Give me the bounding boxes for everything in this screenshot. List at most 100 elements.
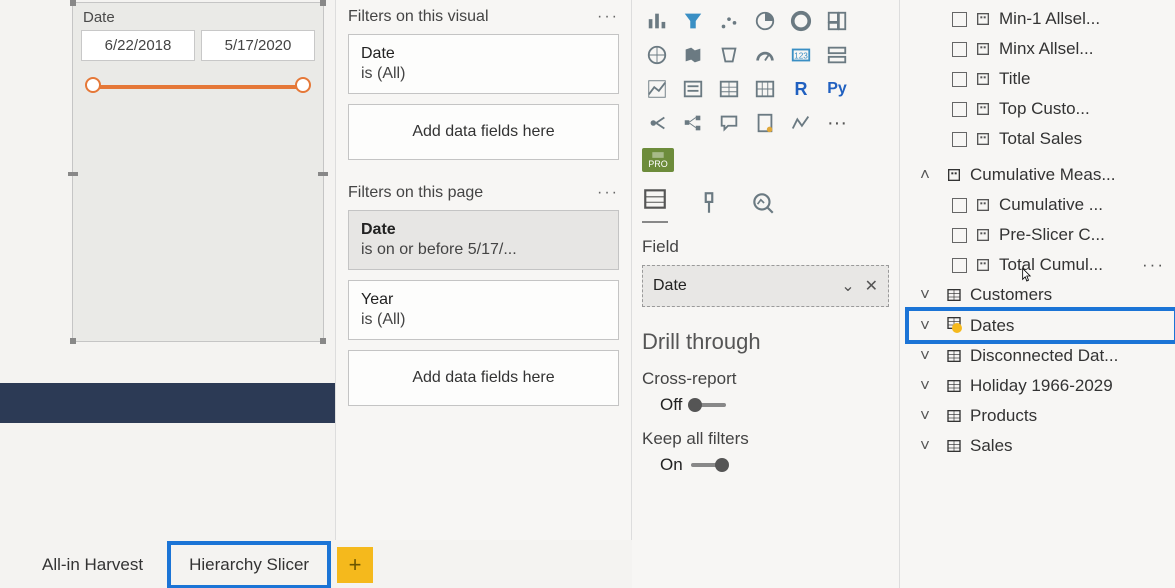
field-min1-allsel[interactable]: Min-1 Allsel... — [908, 4, 1175, 34]
resize-e[interactable] — [318, 172, 328, 176]
fields-pane: Min-1 Allsel... Minx Allsel... Title Top… — [900, 0, 1175, 588]
field-total-cumul[interactable]: Total Cumul... ··· — [908, 250, 1175, 280]
checkbox[interactable] — [952, 198, 967, 213]
field-cumulative[interactable]: Cumulative ... — [908, 190, 1175, 220]
field-more-icon[interactable]: ··· — [1142, 255, 1165, 275]
cross-report-toggle[interactable]: Off — [660, 395, 726, 415]
viz-scatter-icon[interactable] — [714, 7, 744, 35]
viz-table-icon[interactable] — [714, 75, 744, 103]
table-customers[interactable]: ˅ Customers — [908, 280, 1175, 310]
field-well-value: Date — [653, 277, 687, 295]
viz-pro-chip[interactable]: PRO — [642, 148, 674, 172]
group-label: Cumulative Meas... — [970, 165, 1116, 185]
field-total-sales[interactable]: Total Sales — [908, 124, 1175, 154]
viz-decomposition-icon[interactable] — [678, 109, 708, 137]
viz-kpi-icon[interactable] — [642, 75, 672, 103]
filters-page-drop[interactable]: Add data fields here — [348, 350, 619, 406]
checkbox[interactable] — [952, 72, 967, 87]
pro-label: PRO — [648, 159, 668, 169]
table-holiday[interactable]: ˅ Holiday 1966-2029 — [908, 371, 1175, 401]
date-slider[interactable] — [91, 85, 305, 89]
viz-paginated-icon[interactable] — [750, 109, 780, 137]
field-label: Total Cumul... — [999, 255, 1103, 275]
viz-card-icon[interactable]: 123 — [786, 41, 816, 69]
cross-report-state: Off — [660, 395, 682, 415]
measure-icon — [975, 101, 991, 117]
viz-treemap-icon[interactable] — [822, 7, 852, 35]
viz-multirow-card-icon[interactable] — [822, 41, 852, 69]
viz-shape-map-icon[interactable] — [714, 41, 744, 69]
viz-arcgis-icon[interactable] — [786, 109, 816, 137]
field-minx-allsel[interactable]: Minx Allsel... — [908, 34, 1175, 64]
table-products[interactable]: ˅ Products — [908, 401, 1175, 431]
resize-w[interactable] — [68, 172, 78, 176]
field-well[interactable]: Date ⌄ ✕ — [642, 265, 889, 307]
resize-nw[interactable] — [70, 0, 76, 6]
field-well-chevron-icon[interactable]: ⌄ — [841, 276, 854, 296]
measure-icon — [975, 227, 991, 243]
viz-column-chart-icon[interactable] — [642, 7, 672, 35]
viz-key-influencers-icon[interactable] — [642, 109, 672, 137]
filters-page-menu[interactable]: ··· — [597, 184, 619, 202]
checkbox[interactable] — [952, 102, 967, 117]
keep-filters-label: Keep all filters — [642, 429, 889, 449]
checkbox[interactable] — [952, 228, 967, 243]
filter-card-page-date[interactable]: Date is on or before 5/17/... — [348, 210, 619, 270]
table-disconnected-dates[interactable]: ˅ Disconnected Dat... — [908, 341, 1175, 371]
viz-donut-icon[interactable] — [786, 7, 816, 35]
table-sales[interactable]: ˅ Sales — [908, 431, 1175, 461]
viz-filled-map-icon[interactable] — [678, 41, 708, 69]
viz-python-icon[interactable]: Py — [822, 75, 852, 103]
svg-text:123: 123 — [794, 52, 808, 61]
viz-slicer-icon[interactable] — [678, 75, 708, 103]
table-icon — [946, 438, 962, 454]
new-page-button[interactable]: + — [337, 547, 373, 583]
slicer-visual[interactable]: Date 6/22/2018 5/17/2020 — [72, 2, 324, 342]
checkbox[interactable] — [952, 132, 967, 147]
tab-hierarchy-slicer[interactable]: Hierarchy Slicer — [171, 545, 327, 585]
keep-filters-toggle[interactable]: On — [660, 455, 727, 475]
measure-icon — [975, 71, 991, 87]
viz-map-icon[interactable] — [642, 41, 672, 69]
filters-visual-menu[interactable]: ··· — [597, 8, 619, 26]
resize-ne[interactable] — [320, 0, 326, 6]
table-label: Disconnected Dat... — [970, 346, 1118, 366]
slider-handle-right[interactable] — [295, 77, 311, 93]
field-top-custo[interactable]: Top Custo... — [908, 94, 1175, 124]
viz-qa-icon[interactable] — [714, 109, 744, 137]
tab-all-in-harvest[interactable]: All-in Harvest — [24, 545, 161, 585]
viz-more-icon[interactable]: ··· — [822, 109, 852, 137]
slicer-date-from[interactable]: 6/22/2018 — [81, 30, 195, 61]
viz-pie-icon[interactable] — [750, 7, 780, 35]
group-cumulative-measures[interactable]: ˄ Cumulative Meas... — [908, 160, 1175, 190]
table-icon — [946, 408, 962, 424]
viz-tab-analytics[interactable] — [750, 190, 776, 219]
checkbox[interactable] — [952, 12, 967, 27]
table-dates[interactable]: ˅ Dates — [908, 310, 1175, 341]
slider-handle-left[interactable] — [85, 77, 101, 93]
table-icon — [946, 287, 962, 303]
filter-card-page-year[interactable]: Year is (All) — [348, 280, 619, 340]
viz-funnel-icon[interactable] — [678, 7, 708, 35]
checkbox[interactable] — [952, 42, 967, 57]
field-title[interactable]: Title — [908, 64, 1175, 94]
viz-tab-format[interactable] — [696, 190, 722, 219]
field-well-remove-icon[interactable]: ✕ — [865, 276, 878, 296]
measure-icon — [975, 131, 991, 147]
measure-icon — [975, 41, 991, 57]
filter-card-visual-date[interactable]: Date is (All) — [348, 34, 619, 94]
viz-tab-fields[interactable] — [642, 186, 668, 223]
viz-gauge-icon[interactable] — [750, 41, 780, 69]
resize-se[interactable] — [320, 338, 326, 344]
viz-r-icon[interactable]: R — [786, 75, 816, 103]
filters-pane: Filters on this visual ··· Date is (All)… — [335, 0, 632, 540]
drill-through-header: Drill through — [642, 329, 889, 355]
filters-visual-drop[interactable]: Add data fields here — [348, 104, 619, 160]
field-pre-slicer[interactable]: Pre-Slicer C... — [908, 220, 1175, 250]
viz-matrix-icon[interactable] — [750, 75, 780, 103]
slicer-date-to[interactable]: 5/17/2020 — [201, 30, 315, 61]
checkbox[interactable] — [952, 258, 967, 273]
resize-sw[interactable] — [70, 338, 76, 344]
chevron-down-icon: ˅ — [920, 346, 934, 366]
keep-filters-state: On — [660, 455, 683, 475]
